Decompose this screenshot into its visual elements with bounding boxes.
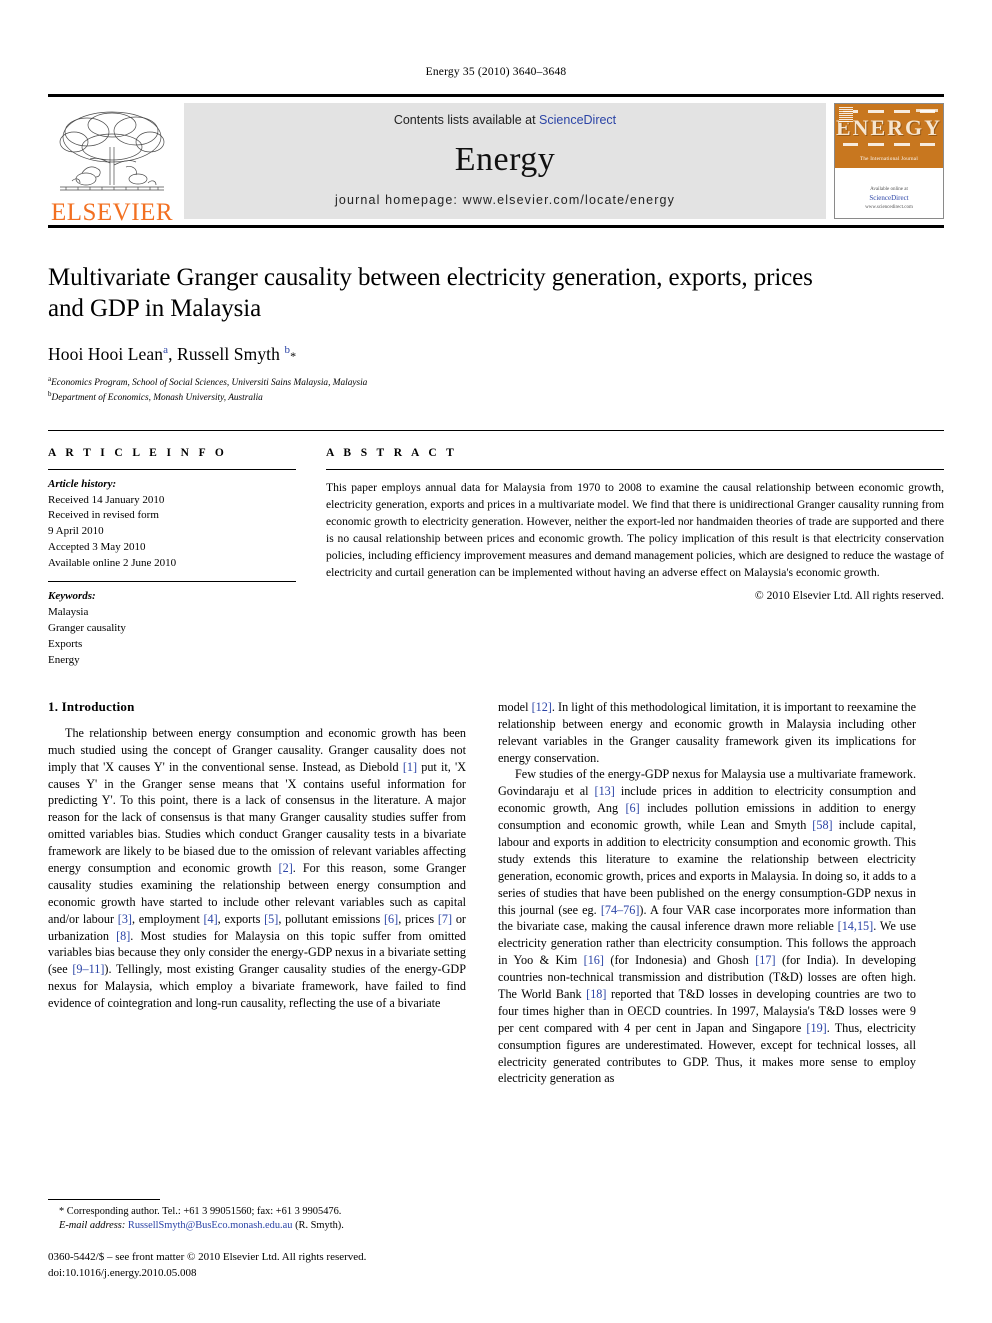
page-title: Multivariate Granger causality between e… <box>48 264 813 322</box>
citation-reference[interactable]: [16] <box>584 953 604 967</box>
elsevier-tree-icon <box>59 111 165 191</box>
affiliation-a-text: Economics Program, School of Social Scie… <box>51 378 368 389</box>
affiliation-a: aEconomics Program, School of Social Sci… <box>48 375 944 390</box>
citation-reference[interactable]: [74–76] <box>601 903 640 917</box>
author-list: Hooi Hooi Leana, Russell Smyth b* <box>48 344 944 365</box>
cover-top-panel: ENERGY The International Journal <box>835 104 943 168</box>
elsevier-logo: ELSEVIER <box>48 97 176 225</box>
article-history-label: Article history: <box>48 477 117 490</box>
keyword-item: Energy <box>48 653 80 666</box>
section-heading-introduction: 1. Introduction <box>48 698 135 714</box>
journal-band: Contents lists available at ScienceDirec… <box>184 103 826 219</box>
history-item: Available online 2 June 2010 <box>48 557 177 570</box>
abstract-column: A B S T R A C T This paper employs annua… <box>326 447 944 669</box>
contents-prefix: Contents lists available at <box>393 113 540 127</box>
footnote-area: * Corresponding author. Tel.: +61 3 9905… <box>48 1198 466 1281</box>
cover-elsevier-icon <box>839 107 853 123</box>
history-item: Received in revised form <box>48 509 159 522</box>
cover-subtitle: The International Journal <box>859 156 919 162</box>
cover-issue-line <box>916 109 938 112</box>
cover-sciencedirect-logo: ScienceDirect <box>869 194 909 202</box>
citation-reference[interactable]: [17] <box>755 953 775 967</box>
citation-reference[interactable]: [3] <box>118 912 132 926</box>
keyword-item: Granger causality <box>48 622 126 635</box>
email-owner: (R. Smyth). <box>295 1220 344 1232</box>
citation-reference[interactable]: [6] <box>625 801 639 815</box>
journal-cover-thumbnail: ENERGY The International Journal Availab… <box>834 103 944 219</box>
issn-footer: 0360-5442/$ – see front matter © 2010 El… <box>48 1250 466 1281</box>
masthead-bottom-rule <box>48 225 944 228</box>
citation-reference[interactable]: [6] <box>384 912 398 926</box>
body-paragraph: Few studies of the energy-GDP nexus for … <box>498 767 917 1086</box>
contents-available-line: Contents lists available at ScienceDirec… <box>394 113 616 127</box>
citation-reference[interactable]: [4] <box>203 912 217 926</box>
keyword-item: Malaysia <box>48 606 89 619</box>
corresponding-author-marker[interactable]: * <box>290 349 296 363</box>
citation-reference[interactable]: [58] <box>812 818 832 832</box>
citation-reference[interactable]: [19] <box>806 1021 826 1035</box>
citation-reference[interactable]: [7] <box>438 912 452 926</box>
affiliations: aEconomics Program, School of Social Sci… <box>48 375 944 406</box>
article-first-page: Energy 35 (2010) 3640–3648 ELSEVIER Cont… <box>0 0 992 1323</box>
email-label: E-mail address: <box>59 1220 126 1232</box>
author-1: Hooi Hooi Lean <box>48 344 164 364</box>
author-2: , Russell Smyth <box>168 344 285 364</box>
body-column-right: model [12]. In light of this methodologi… <box>498 699 916 1087</box>
body-paragraph: The relationship between energy consumpt… <box>48 725 466 1011</box>
doi-line: doi:10.1016/j.energy.2010.05.008 <box>48 1266 197 1279</box>
journal-title: Energy <box>454 141 556 178</box>
abstract-copyright: © 2010 Elsevier Ltd. All rights reserved… <box>754 588 944 602</box>
article-info-column: A R T I C L E I N F O Article history: R… <box>48 447 296 669</box>
affiliation-b-text: Department of Economics, Monash Universi… <box>51 393 263 404</box>
article-info-heading: A R T I C L E I N F O <box>48 446 228 459</box>
sciencedirect-link[interactable]: ScienceDirect <box>539 113 616 127</box>
keywords-label: Keywords: <box>48 590 96 603</box>
abstract-heading: A B S T R A C T <box>326 446 458 459</box>
elsevier-wordmark: ELSEVIER <box>50 199 174 226</box>
footnote-rule <box>48 1198 160 1200</box>
citation-reference[interactable]: [8] <box>116 929 130 943</box>
cover-sciencedirect-url: www.sciencedirect.com <box>865 204 913 210</box>
keywords-group: Keywords: Malaysia Granger causality Exp… <box>48 582 296 669</box>
history-item: 9 April 2010 <box>48 525 104 538</box>
affiliation-b: bDepartment of Economics, Monash Univers… <box>48 390 944 405</box>
cover-footer-rules <box>842 142 936 146</box>
running-head: Energy 35 (2010) 3640–3648 <box>425 66 567 78</box>
journal-masthead: ELSEVIER Contents lists available at Sci… <box>48 94 944 225</box>
citation-reference[interactable]: [12] <box>532 700 552 714</box>
journal-homepage-link[interactable]: journal homepage: www.elsevier.com/locat… <box>335 193 675 207</box>
citation-reference[interactable]: [13] <box>595 784 615 798</box>
body-columns: 1. Introduction The relationship between… <box>48 699 944 1087</box>
keyword-item: Exports <box>48 638 83 650</box>
citation-reference[interactable]: [5] <box>264 912 278 926</box>
corresponding-author-note: * Corresponding author. Tel.: +61 3 9905… <box>59 1205 342 1217</box>
history-item: Received 14 January 2010 <box>48 493 165 506</box>
cover-available-line: Available online at <box>870 186 908 192</box>
citation-reference[interactable]: [1] <box>403 760 417 774</box>
body-column-left: 1. Introduction The relationship between… <box>48 699 466 1087</box>
email-link[interactable]: RussellSmyth@BusEco.monash.edu.au <box>128 1220 293 1231</box>
title-block: Multivariate Granger causality between e… <box>48 262 944 406</box>
cover-bottom-panel: Available online at ScienceDirect www.sc… <box>835 167 943 218</box>
citation-reference[interactable]: [18] <box>586 987 606 1001</box>
citation-reference[interactable]: [2] <box>279 861 293 875</box>
abstract-text: This paper employs annual data for Malay… <box>326 480 944 579</box>
cover-sciencedirect-block: Available online at ScienceDirect www.sc… <box>865 186 913 212</box>
email-note: E-mail address: RussellSmyth@BusEco.mona… <box>48 1219 466 1234</box>
issn-line: 0360-5442/$ – see front matter © 2010 El… <box>48 1251 367 1264</box>
body-paragraph: model [12]. In light of this methodologi… <box>498 699 916 765</box>
citation-reference[interactable]: [9–11] <box>72 962 104 976</box>
article-history-group: Article history: Received 14 January 201… <box>48 470 296 582</box>
info-abstract-section: A R T I C L E I N F O Article history: R… <box>48 429 944 669</box>
history-item: Accepted 3 May 2010 <box>48 541 146 554</box>
citation-reference[interactable]: [14,15] <box>838 919 874 933</box>
